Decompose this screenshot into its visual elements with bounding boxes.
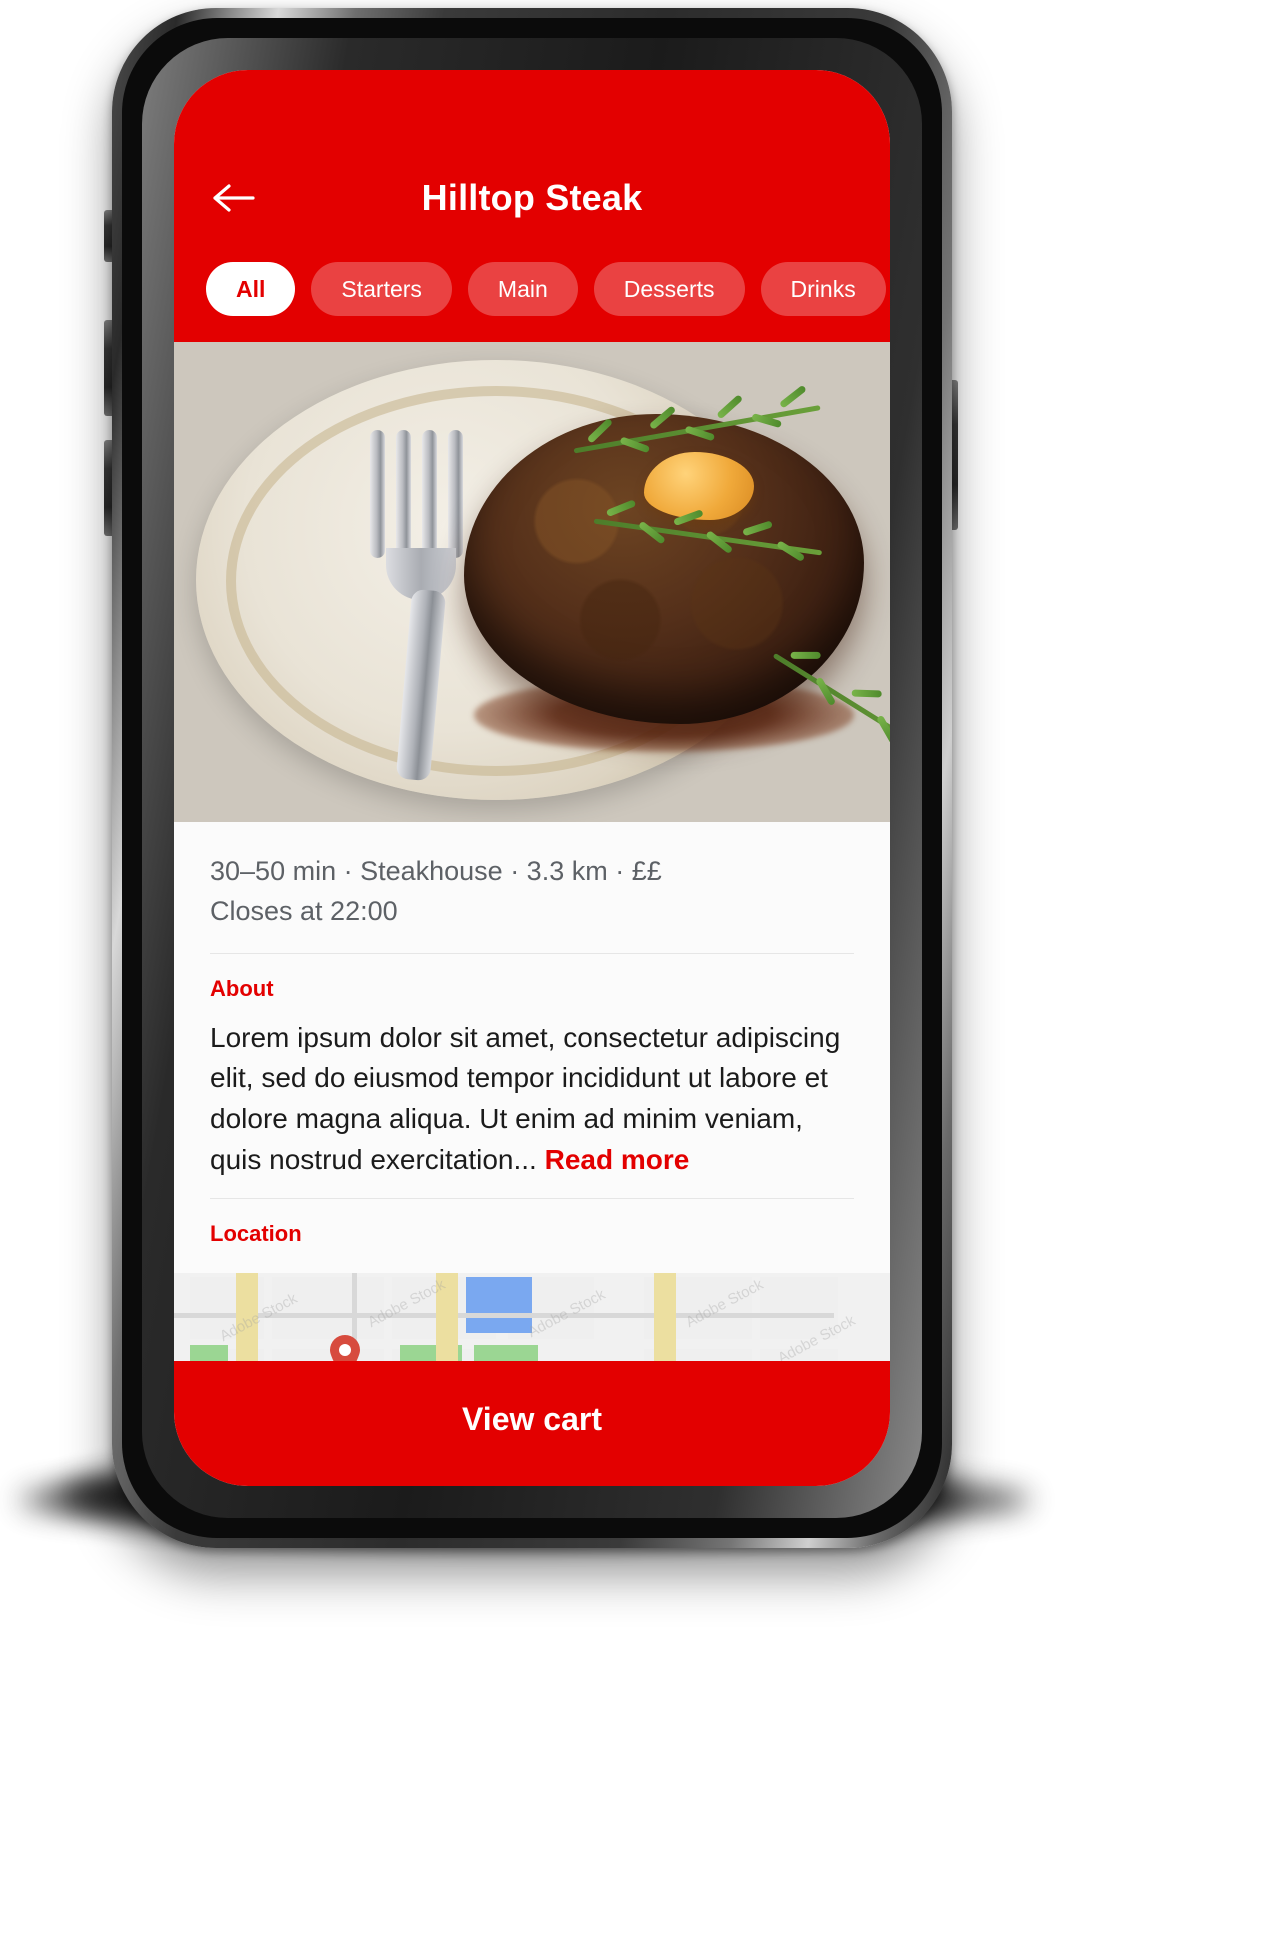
view-cart-button[interactable]: View cart <box>174 1361 890 1486</box>
phone-inner-ring: Hilltop Steak All Starters Main Desserts… <box>142 38 922 1518</box>
page-title: Hilltop Steak <box>421 177 643 218</box>
restaurant-meta: 30–50 min · Steakhouse · 3.3 km · ££ Clo… <box>174 822 890 952</box>
read-more-link[interactable]: Read more <box>545 1144 690 1175</box>
meta-line-hours: Closes at 22:00 <box>210 895 398 926</box>
dish-hero-image <box>174 342 890 823</box>
category-tabs: All Starters Main Desserts Drinks <box>174 234 890 342</box>
tab-drinks[interactable]: Drinks <box>760 262 886 317</box>
about-heading: About <box>210 975 274 1001</box>
tab-starters[interactable]: Starters <box>311 262 452 317</box>
restaurant-details: 30–50 min · Steakhouse · 3.3 km · ££ Clo… <box>174 822 890 1361</box>
screenshot-stage: Hilltop Steak All Starters Main Desserts… <box>0 0 1264 1960</box>
tab-desserts[interactable]: Desserts <box>593 262 745 317</box>
location-map[interactable]: Adobe Stock Adobe Stock Adobe Stock Adob… <box>174 1273 890 1361</box>
header-row: Hilltop Steak <box>174 162 890 234</box>
about-body: Lorem ipsum dolor sit amet, consectetur … <box>210 1018 854 1180</box>
app-header: Hilltop Steak All Starters Main Desserts… <box>174 70 890 343</box>
location-section: Location <box>174 1199 890 1273</box>
about-body-text: Lorem ipsum dolor sit amet, consectetur … <box>210 1021 841 1175</box>
about-section: About Lorem ipsum dolor sit amet, consec… <box>174 954 890 1198</box>
map-pin-icon <box>328 1335 362 1361</box>
phone-frame: Hilltop Steak All Starters Main Desserts… <box>112 8 952 1548</box>
tab-main[interactable]: Main <box>467 262 578 317</box>
phone-screen: Hilltop Steak All Starters Main Desserts… <box>174 70 890 1486</box>
meta-line-primary: 30–50 min · Steakhouse · 3.3 km · ££ <box>210 856 662 887</box>
tab-all[interactable]: All <box>206 262 296 317</box>
phone-bezel: Hilltop Steak All Starters Main Desserts… <box>122 18 942 1538</box>
location-heading: Location <box>210 1221 302 1247</box>
